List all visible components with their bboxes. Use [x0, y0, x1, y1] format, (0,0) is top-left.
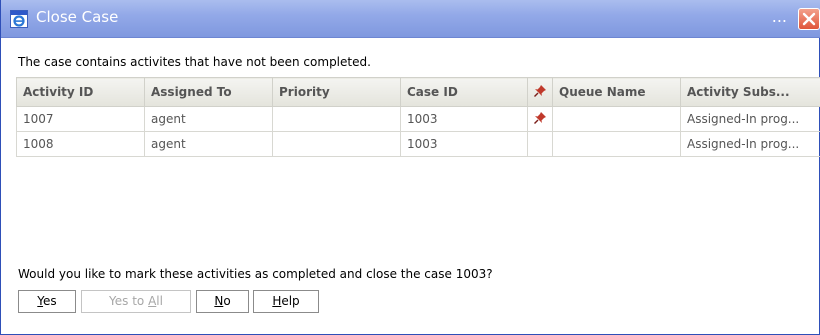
confirmation-prompt: Would you like to mark these activities … [18, 267, 493, 281]
help-button[interactable]: Help [253, 290, 319, 313]
cell-activity-id: 1008 [16, 131, 145, 157]
yes-to-all-label-pre: Yes to [109, 294, 149, 308]
cell-activity-status: Assigned-In prog... [680, 131, 820, 157]
column-header-assigned-to[interactable]: Assigned To [144, 77, 273, 107]
cell-activity-id: 1007 [16, 106, 145, 132]
column-header-priority[interactable]: Priority [272, 77, 401, 107]
title-bar[interactable]: Close Case ... [1, 0, 820, 38]
table-row[interactable]: 1008 agent 1003 Assigned-In prog... [16, 131, 820, 157]
cell-queue-name [552, 131, 681, 157]
ie-window-icon [10, 10, 28, 28]
yes-to-all-label-post: ll [156, 294, 163, 308]
close-button[interactable] [798, 8, 820, 30]
yes-button[interactable]: Yes [18, 290, 76, 313]
window-title: Close Case [36, 8, 119, 26]
cell-pin[interactable] [527, 131, 553, 157]
yes-label-post: es [43, 294, 57, 308]
column-header-activity-id[interactable]: Activity ID [16, 77, 145, 107]
yes-to-all-button[interactable]: Yes to All [81, 290, 191, 313]
incomplete-activities-message: The case contains activites that have no… [18, 55, 371, 69]
cell-queue-name [552, 106, 681, 132]
title-ellipsis: ... [771, 7, 787, 26]
close-case-dialog: Close Case ... The case contains activit… [0, 0, 820, 335]
grid-header-row: Activity ID Assigned To Priority Case ID… [16, 77, 820, 107]
help-access-key: H [272, 294, 282, 308]
cell-priority [272, 131, 401, 157]
no-access-key: N [214, 294, 224, 308]
cell-assigned-to: agent [144, 131, 273, 157]
column-header-case-id[interactable]: Case ID [400, 77, 528, 107]
cell-case-id: 1003 [400, 106, 528, 132]
cell-activity-status: Assigned-In prog... [680, 106, 820, 132]
cell-pin[interactable] [527, 106, 553, 132]
cell-assigned-to: agent [144, 106, 273, 132]
column-header-queue-name[interactable]: Queue Name [552, 77, 681, 107]
table-row[interactable]: 1007 agent 1003 Assigned-In prog... [16, 106, 820, 132]
cell-priority [272, 106, 401, 132]
activities-grid: Activity ID Assigned To Priority Case ID… [16, 77, 820, 157]
column-header-activity-status[interactable]: Activity Subs... [680, 77, 820, 107]
no-label-post: o [223, 294, 231, 308]
no-button[interactable]: No [196, 290, 249, 313]
cell-case-id: 1003 [400, 131, 528, 157]
column-header-pin[interactable] [527, 77, 553, 107]
help-label-post: elp [281, 294, 300, 308]
pushpin-icon [534, 111, 546, 124]
close-x-icon [802, 12, 816, 26]
pushpin-icon [534, 84, 546, 97]
